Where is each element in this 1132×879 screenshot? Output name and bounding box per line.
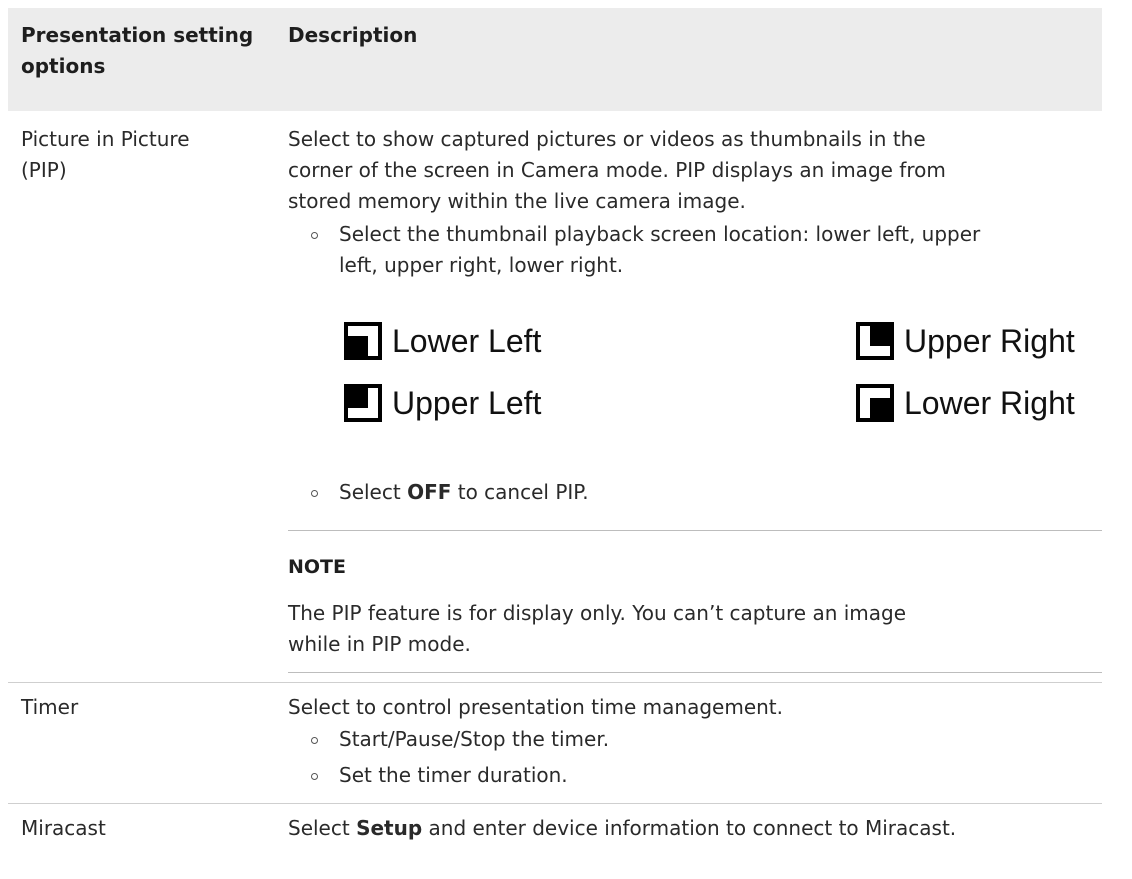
note-bottom-divider bbox=[288, 672, 1102, 673]
row-desc-timer: Select to control presentation time mana… bbox=[288, 695, 783, 719]
row-desc-miracast-post: and enter device information to connect … bbox=[422, 816, 957, 840]
row-name-timer: Timer bbox=[21, 695, 79, 719]
row-desc-pip-line1: Select to show captured pictures or vide… bbox=[288, 127, 926, 151]
timer-bullet-start: Start/Pause/Stop the timer. bbox=[311, 724, 811, 755]
pip-bullet-off-text: Select OFF to cancel PIP. bbox=[339, 477, 589, 508]
note-body-line1: The PIP feature is for display only. You… bbox=[288, 601, 907, 625]
row-desc-pip-line2: corner of the screen in Camera mode. PIP… bbox=[288, 158, 946, 182]
pip-option-lower-left-label: Lower Left bbox=[392, 323, 542, 359]
bullet-dot-icon bbox=[311, 773, 318, 780]
pip-bullet-off-pre: Select bbox=[339, 480, 408, 504]
timer-bullet-duration-text: Set the timer duration. bbox=[339, 763, 568, 787]
row-desc-miracast-bold: Setup bbox=[356, 816, 423, 840]
timer-bullet-start-text: Start/Pause/Stop the timer. bbox=[339, 727, 610, 751]
row-divider bbox=[8, 803, 1102, 804]
pip-bullet-location-line1: Select the thumbnail playback screen loc… bbox=[339, 222, 981, 246]
lower-right-icon bbox=[856, 384, 894, 422]
row-name-pip-line2: (PIP) bbox=[21, 158, 67, 182]
row-name-pip-line1: Picture in Picture bbox=[21, 127, 190, 151]
row-desc-pip-line3: stored memory within the live camera ima… bbox=[288, 189, 746, 213]
timer-bullet-duration: Set the timer duration. bbox=[311, 760, 811, 791]
upper-right-icon bbox=[856, 322, 894, 360]
bullet-dot-icon bbox=[311, 232, 318, 239]
bullet-dot-icon bbox=[311, 737, 318, 744]
upper-left-icon bbox=[344, 384, 382, 422]
row-desc-miracast: Select Setup and enter device informatio… bbox=[288, 813, 956, 844]
row-divider bbox=[8, 682, 1102, 683]
pip-option-upper-right-label: Upper Right bbox=[904, 323, 1075, 359]
note-title: NOTE bbox=[288, 556, 346, 578]
header-col-options-line2: options bbox=[21, 54, 106, 78]
pip-bullet-off-bold: OFF bbox=[407, 480, 452, 504]
bullet-dot-icon bbox=[311, 490, 318, 497]
row-name-pip: Picture in Picture (PIP) bbox=[21, 124, 190, 186]
note-body: The PIP feature is for display only. You… bbox=[288, 598, 906, 660]
pip-bullet-location-line2: left, upper right, lower right. bbox=[339, 253, 624, 277]
lower-left-icon bbox=[344, 322, 382, 360]
note-body-line2: while in PIP mode. bbox=[288, 632, 471, 656]
row-desc-miracast-pre: Select bbox=[288, 816, 357, 840]
header-col-options: Presentation setting options bbox=[21, 20, 253, 82]
header-col-description: Description bbox=[288, 23, 418, 47]
header-col-options-line1: Presentation setting bbox=[21, 23, 254, 47]
pip-bullet-location-text: Select the thumbnail playback screen loc… bbox=[339, 219, 980, 281]
note-top-divider bbox=[288, 530, 1102, 531]
pip-bullet-location: Select the thumbnail playback screen loc… bbox=[311, 219, 1111, 281]
pip-bullet-off-post: to cancel PIP. bbox=[451, 480, 589, 504]
row-desc-pip: Select to show captured pictures or vide… bbox=[288, 124, 946, 217]
pip-bullet-off: Select OFF to cancel PIP. bbox=[311, 477, 811, 508]
pip-location-illustration: Lower Left Upper Left Upper Right Lower … bbox=[344, 288, 1132, 458]
row-name-miracast: Miracast bbox=[21, 816, 106, 840]
pip-option-upper-left-label: Upper Left bbox=[392, 385, 542, 421]
pip-option-lower-right-label: Lower Right bbox=[904, 385, 1075, 421]
